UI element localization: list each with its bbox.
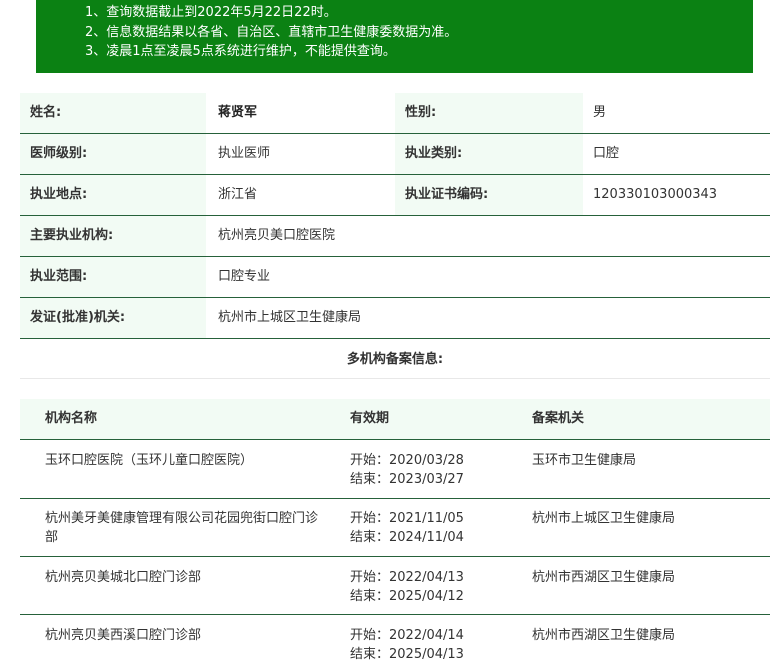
start-date: 开始：2021/11/05	[350, 511, 464, 526]
gender-value: 男	[593, 105, 607, 120]
scope-label: 执业范围:	[20, 257, 206, 297]
authority: 杭州市西湖区卫生健康局	[532, 570, 676, 585]
start-date: 开始：2020/03/28	[350, 453, 464, 468]
notice-line-3: 3、凌晨1点至凌晨5点系统进行维护，不能提供查询。	[85, 44, 396, 59]
validity: 开始：2022/04/13 结束：2025/04/12	[350, 568, 520, 606]
info-row-scope: 执业范围: 口腔专业	[20, 257, 770, 298]
authority: 玉环市卫生健康局	[532, 453, 637, 468]
issuer-label: 发证(批准)机关:	[20, 298, 206, 338]
page: 1、查询数据截止到2022年5月22日22时。 2、信息数据结果以各省、自治区、…	[0, 0, 775, 669]
doctor-info-table: 姓名: 蒋贤军 性别: 男 医师级别: 执业医师 执业类别: 口腔 执业地点: …	[20, 93, 770, 339]
divider	[20, 378, 770, 379]
category-value: 口腔	[593, 146, 620, 161]
end-date: 结束：2025/04/13	[350, 647, 464, 662]
header-validity: 有效期	[350, 411, 390, 426]
authority: 杭州市上城区卫生健康局	[532, 511, 676, 526]
notice-box: 1、查询数据截止到2022年5月22日22时。 2、信息数据结果以各省、自治区、…	[36, 0, 753, 73]
issuer-value: 杭州市上城区卫生健康局	[218, 310, 362, 325]
scope-value: 口腔专业	[218, 269, 271, 284]
org-name: 杭州亮贝美城北口腔门诊部	[45, 570, 202, 585]
level-label: 医师级别:	[20, 134, 206, 174]
table-row: 杭州亮贝美城北口腔门诊部 开始：2022/04/13 结束：2025/04/12…	[20, 557, 770, 615]
name-label: 姓名:	[20, 93, 206, 133]
org-name: 杭州亮贝美西溪口腔门诊部	[45, 628, 202, 643]
level-value: 执业医师	[218, 146, 271, 161]
cert-label: 执业证书编码:	[395, 175, 583, 215]
location-label: 执业地点:	[20, 175, 206, 215]
cert-value: 120330103000343	[593, 187, 718, 202]
table-row: 杭州美牙美健康管理有限公司花园兜街口腔门诊部 开始：2021/11/05 结束：…	[20, 499, 770, 557]
end-date: 结束：2025/04/12	[350, 589, 464, 604]
org-name: 杭州美牙美健康管理有限公司花园兜街口腔门诊部	[45, 511, 319, 545]
validity: 开始：2021/11/05 结束：2024/11/04	[350, 509, 520, 547]
start-date: 开始：2022/04/13	[350, 570, 464, 585]
info-row-name: 姓名: 蒋贤军 性别: 男	[20, 93, 770, 134]
location-value: 浙江省	[218, 187, 258, 202]
info-row-org: 主要执业机构: 杭州亮贝美口腔医院	[20, 216, 770, 257]
org-value: 杭州亮贝美口腔医院	[218, 228, 336, 243]
info-row-location: 执业地点: 浙江省 执业证书编码: 120330103000343	[20, 175, 770, 216]
multi-org-title: 多机构备案信息:	[346, 352, 444, 367]
start-date: 开始：2022/04/14	[350, 628, 464, 643]
header-authority: 备案机关	[532, 411, 585, 426]
org-name: 玉环口腔医院（玉环儿童口腔医院）	[45, 453, 254, 468]
info-row-issuer: 发证(批准)机关: 杭州市上城区卫生健康局	[20, 298, 770, 339]
table-row: 玉环口腔医院（玉环儿童口腔医院） 开始：2020/03/28 结束：2023/0…	[20, 440, 770, 499]
category-label: 执业类别:	[395, 134, 583, 174]
multi-org-table: 机构名称 有效期 备案机关 玉环口腔医院（玉环儿童口腔医院） 开始：2020/0…	[20, 399, 770, 669]
end-date: 结束：2023/03/27	[350, 472, 464, 487]
gender-label: 性别:	[395, 93, 583, 133]
authority: 杭州市西湖区卫生健康局	[532, 628, 676, 643]
validity: 开始：2022/04/14 结束：2025/04/13	[350, 626, 520, 664]
notice-line-2: 2、信息数据结果以各省、自治区、直辖市卫生健康委数据为准。	[85, 24, 458, 40]
notice-line-1: 1、查询数据截止到2022年5月22日22时。	[85, 5, 337, 20]
validity: 开始：2020/03/28 结束：2023/03/27	[350, 451, 520, 489]
info-row-level: 医师级别: 执业医师 执业类别: 口腔	[20, 134, 770, 175]
end-date: 结束：2024/11/04	[350, 530, 464, 545]
org-label: 主要执业机构:	[20, 216, 206, 256]
header-org-name: 机构名称	[45, 411, 98, 426]
table-header: 机构名称 有效期 备案机关	[20, 399, 770, 440]
table-row: 杭州亮贝美西溪口腔门诊部 开始：2022/04/14 结束：2025/04/13…	[20, 615, 770, 669]
name-value: 蒋贤军	[218, 105, 258, 120]
